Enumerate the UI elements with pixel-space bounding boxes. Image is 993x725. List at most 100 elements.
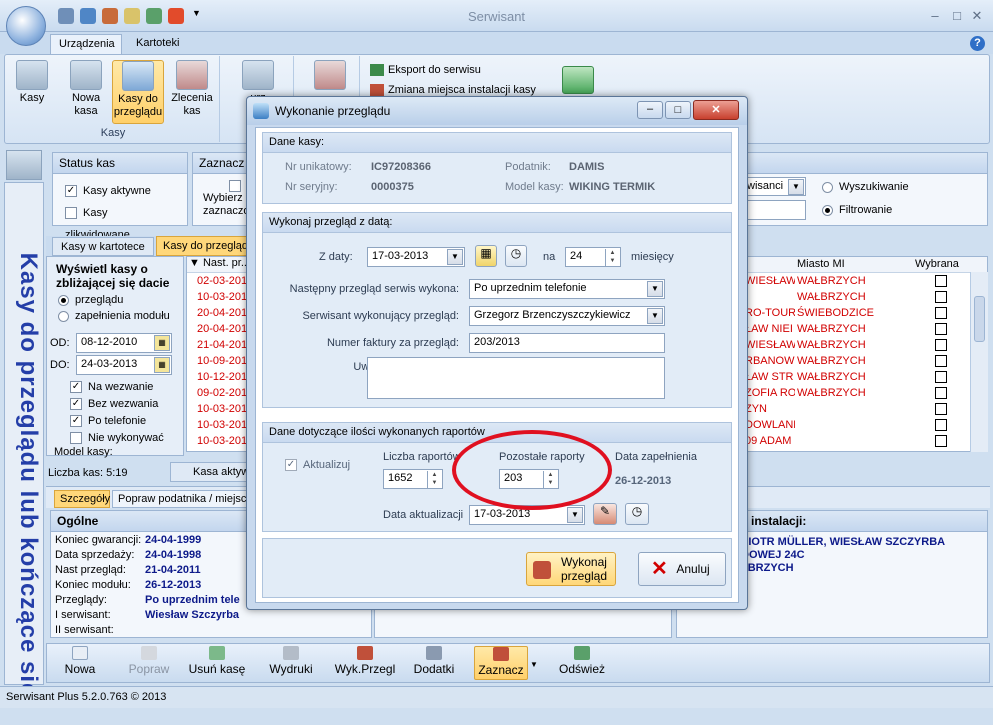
- grid-header-date[interactable]: ▼ Nast. pr...: [187, 257, 249, 273]
- table-row[interactable]: ZYN: [743, 401, 987, 417]
- grid-col-city[interactable]: Miasto MI: [797, 258, 845, 270]
- grid-col-selected[interactable]: Wybrana: [915, 258, 959, 270]
- tab-urzadzenia[interactable]: Urządzenia: [50, 34, 122, 54]
- clock-icon[interactable]: ◷: [625, 503, 649, 525]
- table-row[interactable]: ŁAW NIEI WAŁBRZYCH: [743, 321, 987, 337]
- table-row[interactable]: 09 ADAM M: [743, 433, 987, 449]
- active-checkbox[interactable]: ✓ Kasy aktywne: [65, 180, 175, 202]
- chevron-down-icon[interactable]: ▼: [788, 179, 804, 195]
- app-menu-orb[interactable]: [6, 6, 46, 46]
- table-row[interactable]: ZOFIA RO WAŁBRZYCH: [743, 385, 987, 401]
- tab-kartoteki[interactable]: Kartoteki: [128, 34, 198, 54]
- chevron-down-icon[interactable]: ▼: [567, 507, 583, 523]
- export-link[interactable]: Eksport do serwisu: [370, 64, 481, 77]
- grid-scrollbar[interactable]: [970, 272, 988, 452]
- radio-dot[interactable]: [58, 294, 69, 306]
- clock-icon[interactable]: ◷: [505, 245, 527, 267]
- grid-select-checkbox[interactable]: [935, 387, 947, 399]
- table-row[interactable]: RO-TOUR ŚWIEBODZICE: [743, 305, 987, 321]
- tab-kasa-aktywna[interactable]: Kasa aktyw: [170, 462, 250, 482]
- scroll-thumb[interactable]: [974, 296, 985, 342]
- refresh-sync-icon[interactable]: [562, 66, 594, 94]
- grid-select-checkbox[interactable]: [935, 323, 947, 335]
- grid-row-date[interactable]: 10-03-201: [187, 433, 249, 449]
- zaznacz-button[interactable]: Zaznacz: [474, 646, 528, 680]
- grid-select-checkbox[interactable]: [935, 403, 947, 415]
- check-po-telefonie[interactable]: ✓ Po telefonie: [70, 413, 164, 430]
- grid-select-checkbox[interactable]: [935, 291, 947, 303]
- table-row[interactable]: WAŁBRZYCH: [743, 289, 987, 305]
- zlecenia-kas-button[interactable]: Zlecenia kas: [168, 60, 216, 124]
- chevron-down-icon[interactable]: ▼: [647, 308, 663, 324]
- count-reports-spinner[interactable]: 1652 ▲ ▼: [383, 469, 443, 489]
- spinner-arrows-icon[interactable]: ▲ ▼: [605, 249, 619, 266]
- grid-select-checkbox[interactable]: [935, 435, 947, 447]
- checkbox-box[interactable]: ✓: [70, 415, 82, 428]
- grid-select-checkbox[interactable]: [935, 275, 947, 287]
- odswiez-button[interactable]: Odśwież: [556, 646, 608, 680]
- checkbox-box[interactable]: ✓: [70, 381, 82, 394]
- grid-row-date[interactable]: 10-09-201: [187, 353, 249, 369]
- tab-kasy-w-kartotece[interactable]: Kasy w kartotece: [52, 237, 154, 256]
- dodatki-button[interactable]: Dodatki: [408, 646, 460, 680]
- filter-radio[interactable]: Filtrowanie: [822, 204, 892, 216]
- grid-select-checkbox[interactable]: [935, 339, 947, 351]
- technician-select[interactable]: Grzegorz Brzenczyszczykiewicz ▼: [469, 306, 665, 326]
- filter-text-input[interactable]: [744, 200, 806, 220]
- checkbox-box[interactable]: [70, 432, 82, 445]
- kasy-do-przegladu-button[interactable]: Kasy do przeglądu: [112, 60, 164, 124]
- grid-row-date[interactable]: 09-02-201: [187, 385, 249, 401]
- przegladu-radio[interactable]: przeglądu: [58, 294, 123, 306]
- spinner-arrows-icon[interactable]: ▲ ▼: [427, 471, 441, 488]
- zaznacz-checkbox[interactable]: [229, 180, 241, 193]
- od-date-input[interactable]: 08-12-2010 ▦: [76, 333, 172, 353]
- table-row[interactable]: ŁAW STR WAŁBRZYCH: [743, 369, 987, 385]
- check-na-wezwanie[interactable]: ✓ Na wezwanie: [70, 379, 164, 396]
- table-row[interactable]: WIESŁAW WAŁBRZYCH: [743, 337, 987, 353]
- help-icon[interactable]: ?: [970, 36, 985, 51]
- grid-row-date[interactable]: 20-04-201: [187, 321, 249, 337]
- table-row[interactable]: RBANOWI WAŁBRZYCH: [743, 353, 987, 369]
- grid-row-date[interactable]: 02-03-201: [187, 273, 249, 289]
- radio-dot[interactable]: [58, 310, 69, 322]
- dialog-close-icon[interactable]: ✕: [693, 100, 739, 120]
- zapelnienia-radio[interactable]: zapełnienia modułu: [58, 310, 170, 322]
- tab-kasy-do-przegladu[interactable]: Kasy do przeglądu: [156, 236, 248, 256]
- grid-row-date[interactable]: 20-04-201: [187, 305, 249, 321]
- minimize-icon[interactable]: –: [926, 8, 944, 24]
- cancel-button[interactable]: ✕ Anuluj: [638, 552, 726, 586]
- checkbox-box[interactable]: [65, 207, 77, 220]
- grid-select-checkbox[interactable]: [935, 307, 947, 319]
- search-radio[interactable]: Wyszukiwanie: [822, 181, 909, 193]
- tab-popraw-podatnika[interactable]: Popraw podatnika / miejsc: [112, 490, 248, 508]
- perform-review-button[interactable]: Wykonaj przegląd: [526, 552, 616, 586]
- maximize-icon[interactable]: □: [948, 8, 966, 24]
- checkbox-box[interactable]: ✓: [285, 459, 297, 472]
- grid-row-date[interactable]: 10-03-201: [187, 417, 249, 433]
- notes-textarea[interactable]: [367, 357, 665, 399]
- new-cash-register-button[interactable]: Nowa kasa: [62, 60, 110, 124]
- calendar-date-button[interactable]: ▦: [475, 245, 497, 267]
- calendar-icon[interactable]: ▦: [154, 357, 170, 373]
- do-date-input[interactable]: 24-03-2013 ▦: [76, 355, 172, 375]
- checkbox-box[interactable]: ✓: [65, 185, 77, 198]
- dialog-minimize-icon[interactable]: –: [637, 101, 663, 119]
- grid-select-checkbox[interactable]: [935, 355, 947, 367]
- kasy-button[interactable]: Kasy: [12, 60, 52, 124]
- calendar-icon[interactable]: ▦: [154, 335, 170, 351]
- check-bez-wezwania[interactable]: ✓ Bez wezwania: [70, 396, 164, 413]
- wydruki-button[interactable]: Wydruki: [262, 646, 320, 680]
- dialog-maximize-icon[interactable]: □: [665, 101, 691, 119]
- usun-kase-button[interactable]: Usuń kasę: [186, 646, 248, 680]
- aktualizuj-checkbox[interactable]: ✓ Aktualizuj: [285, 459, 350, 472]
- checkbox-box[interactable]: ✓: [70, 398, 82, 411]
- grid-row-date[interactable]: 21-04-201: [187, 337, 249, 353]
- change-location-link[interactable]: Zmiana miejsca instalacji kasy: [370, 84, 536, 97]
- grid-row-date[interactable]: 10-03-201: [187, 401, 249, 417]
- grid-select-checkbox[interactable]: [935, 419, 947, 431]
- grid-row-date[interactable]: 10-12-201: [187, 369, 249, 385]
- zaznacz-dropdown-icon[interactable]: ▼: [530, 660, 538, 669]
- z-daty-input[interactable]: 17-03-2013 ▼: [367, 247, 465, 267]
- radio-dot[interactable]: [822, 181, 833, 193]
- grid-row-date[interactable]: 10-03-201: [187, 289, 249, 305]
